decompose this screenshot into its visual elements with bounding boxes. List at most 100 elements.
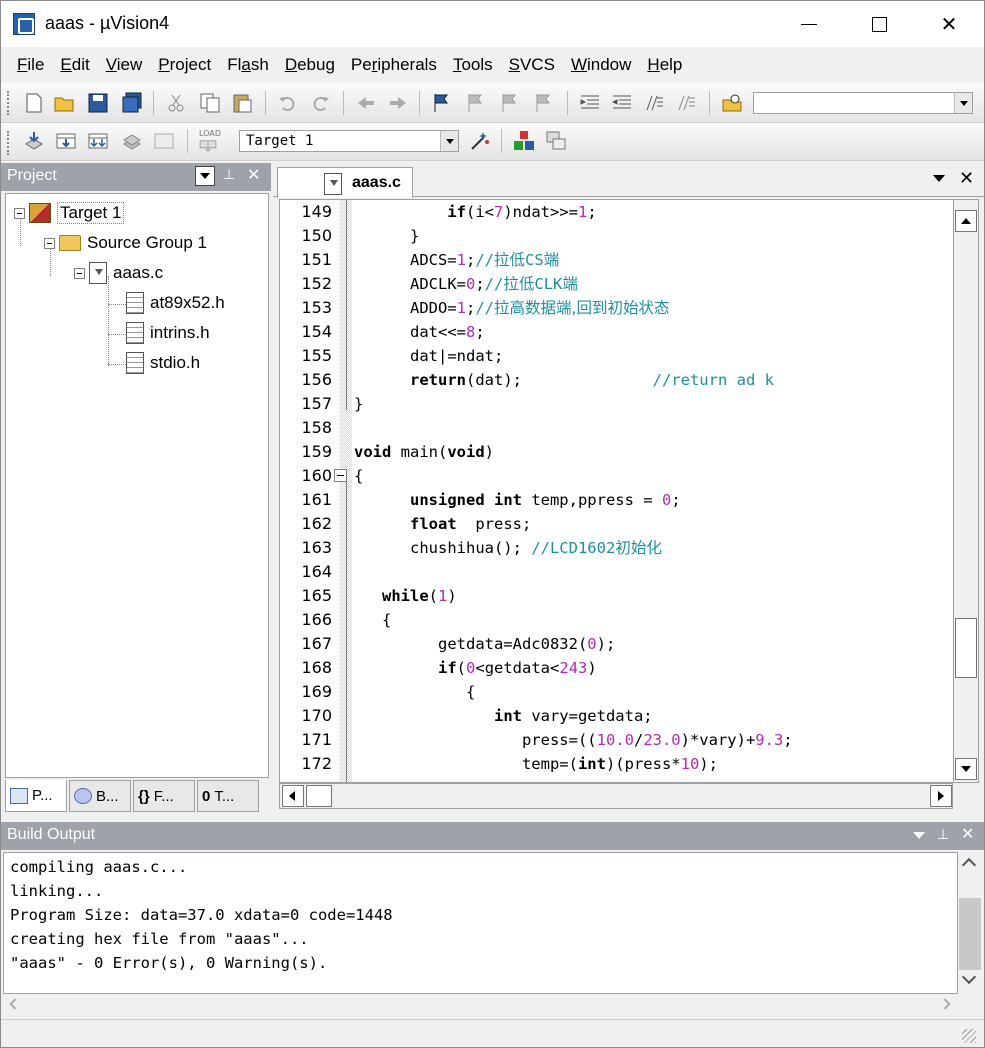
- navigate-back-icon[interactable]: [355, 92, 377, 114]
- close-button[interactable]: ✕: [914, 1, 984, 47]
- indent-icon[interactable]: [579, 92, 601, 114]
- undo-icon[interactable]: [277, 92, 299, 114]
- code-line[interactable]: 172 temp=(int)(press*10);: [280, 752, 960, 776]
- scroll-up-icon[interactable]: [955, 210, 977, 232]
- cut-icon[interactable]: [165, 92, 187, 114]
- manage-components-icon[interactable]: [513, 130, 535, 152]
- tree-item-source-group[interactable]: Source Group 1: [44, 230, 207, 256]
- tab-books[interactable]: B...: [69, 780, 131, 812]
- find-in-files-icon[interactable]: [721, 92, 743, 114]
- tab-project[interactable]: P...: [5, 780, 67, 812]
- close-icon[interactable]: ✕: [247, 165, 260, 185]
- scroll-up-icon[interactable]: [961, 857, 977, 873]
- translate-icon[interactable]: [23, 130, 45, 152]
- menu-item[interactable]: Peripherals: [343, 51, 445, 81]
- collapse-icon[interactable]: [14, 207, 25, 219]
- paste-icon[interactable]: [231, 92, 253, 114]
- code-line[interactable]: 164: [280, 560, 960, 584]
- next-bookmark-icon[interactable]: [499, 92, 521, 114]
- pin-icon[interactable]: ⊥: [223, 166, 235, 183]
- scroll-down-icon[interactable]: [961, 969, 977, 985]
- close-icon[interactable]: ✕: [961, 824, 974, 844]
- tree-item-target[interactable]: Target 1: [14, 200, 125, 226]
- chevron-down-icon[interactable]: [440, 131, 458, 151]
- chevron-down-icon[interactable]: [954, 93, 972, 113]
- menu-item[interactable]: Edit: [52, 51, 97, 81]
- code-line[interactable]: 166 {: [280, 608, 960, 632]
- rebuild-icon[interactable]: [87, 130, 109, 152]
- menu-item[interactable]: Tools: [445, 51, 501, 81]
- code-line[interactable]: 151 ADCS=1;//拉低CS端: [280, 248, 960, 272]
- stop-build-icon[interactable]: [153, 130, 175, 152]
- code-line[interactable]: 170 int vary=getdata;: [280, 704, 960, 728]
- copy-icon[interactable]: [199, 92, 221, 114]
- pin-icon[interactable]: ⊥: [937, 826, 949, 843]
- menu-item[interactable]: Window: [563, 51, 639, 81]
- code-line[interactable]: 153 ADDO=1;//拉高数据端,回到初始状态: [280, 296, 960, 320]
- open-folder-icon[interactable]: [53, 92, 75, 114]
- menu-item[interactable]: View: [98, 51, 151, 81]
- build-icon[interactable]: [55, 130, 77, 152]
- uncomment-icon[interactable]: [675, 92, 697, 114]
- menu-item[interactable]: File: [9, 51, 52, 81]
- chevron-down-icon[interactable]: [933, 175, 945, 182]
- find-combo[interactable]: [753, 92, 973, 114]
- toolbar-grip[interactable]: [7, 131, 10, 155]
- code-line[interactable]: 165 while(1): [280, 584, 960, 608]
- download-button[interactable]: LOAD: [197, 129, 223, 155]
- scrollbar-thumb[interactable]: [306, 785, 332, 807]
- target-options-icon[interactable]: [469, 130, 491, 152]
- code-line[interactable]: 163 chushihua(); //LCD1602初始化: [280, 536, 960, 560]
- editor-vertical-scrollbar[interactable]: [953, 199, 979, 783]
- build-output-vertical-scrollbar[interactable]: [958, 852, 982, 994]
- target-select[interactable]: Target 1: [239, 130, 459, 152]
- scroll-left-icon[interactable]: [9, 998, 21, 1010]
- scrollbar-thumb[interactable]: [959, 898, 981, 970]
- menu-item[interactable]: Flash: [219, 51, 277, 81]
- clear-bookmarks-icon[interactable]: [533, 92, 555, 114]
- code-line[interactable]: 157}: [280, 392, 960, 416]
- tab-templates[interactable]: 0 T...: [197, 780, 259, 812]
- bookmark-icon[interactable]: [431, 92, 453, 114]
- code-line[interactable]: 155 dat|=ndat;: [280, 344, 960, 368]
- save-all-icon[interactable]: [121, 92, 143, 114]
- code-line[interactable]: 162 float press;: [280, 512, 960, 536]
- resize-grip-icon[interactable]: [962, 1029, 976, 1043]
- menu-item[interactable]: SVCS: [501, 51, 563, 81]
- code-line[interactable]: 152 ADCLK=0;//拉低CLK端: [280, 272, 960, 296]
- scroll-left-icon[interactable]: [282, 785, 304, 807]
- code-line[interactable]: 167 getdata=Adc0832(0);: [280, 632, 960, 656]
- code-line[interactable]: 169 {: [280, 680, 960, 704]
- tree-item-include[interactable]: at89x52.h: [126, 290, 225, 316]
- save-icon[interactable]: [87, 92, 109, 114]
- batch-build-icon[interactable]: [121, 130, 143, 152]
- new-file-icon[interactable]: [23, 92, 45, 114]
- tab-functions[interactable]: {} F...: [133, 780, 195, 812]
- unindent-icon[interactable]: [611, 92, 633, 114]
- code-line[interactable]: 159 void main(void): [280, 440, 960, 464]
- toolbar-grip[interactable]: [7, 91, 10, 115]
- menu-item[interactable]: Debug: [277, 51, 343, 81]
- code-line[interactable]: 168 if(0<getdata<243): [280, 656, 960, 680]
- redo-icon[interactable]: [309, 92, 331, 114]
- menu-item[interactable]: Help: [639, 51, 690, 81]
- code-line[interactable]: 160 {: [280, 464, 960, 488]
- select-packs-icon[interactable]: [545, 130, 567, 152]
- scroll-right-icon[interactable]: [939, 998, 951, 1010]
- maximize-button[interactable]: [844, 1, 914, 47]
- tree-item-file[interactable]: aaas.c: [74, 260, 163, 286]
- editor-horizontal-scrollbar[interactable]: [279, 783, 953, 809]
- panel-dropdown-button[interactable]: [195, 166, 215, 186]
- code-line[interactable]: 156 return(dat); //return ad k: [280, 368, 960, 392]
- collapse-icon[interactable]: [44, 237, 55, 249]
- comment-icon[interactable]: [643, 92, 665, 114]
- scroll-right-icon[interactable]: [930, 785, 952, 807]
- menu-item[interactable]: Project: [150, 51, 219, 81]
- build-output-text[interactable]: compiling aaas.c... linking... Program Siz…: [3, 852, 958, 994]
- code-line[interactable]: 171 press=((10.0/23.0)*vary)+9.3;: [280, 728, 960, 752]
- build-output-horizontal-scrollbar[interactable]: [3, 994, 982, 1016]
- code-line[interactable]: 149 if(i<7)ndat>>=1;: [280, 200, 960, 224]
- navigate-forward-icon[interactable]: [387, 92, 409, 114]
- code-line[interactable]: 158: [280, 416, 960, 440]
- scroll-down-icon[interactable]: [955, 758, 977, 780]
